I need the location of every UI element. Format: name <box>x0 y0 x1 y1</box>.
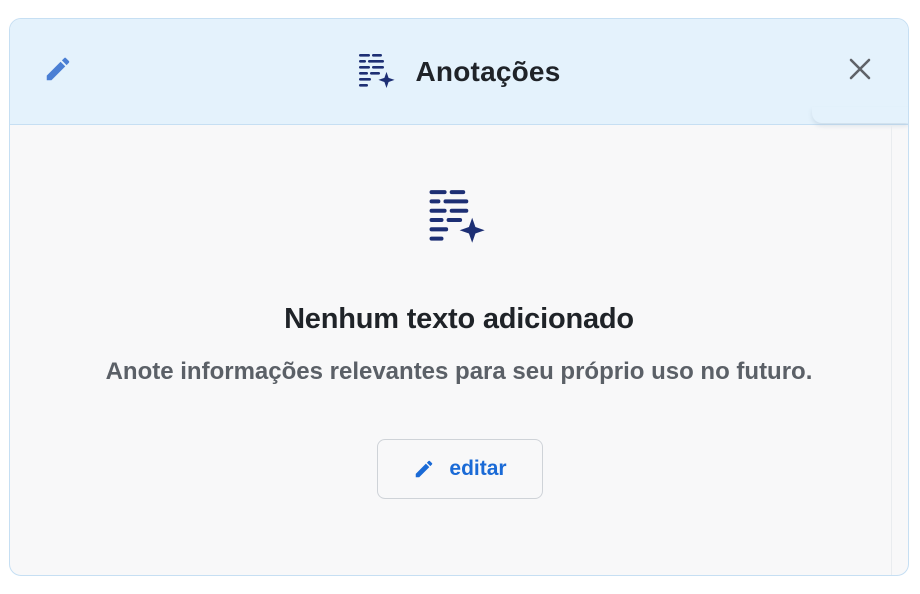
panel-title: Anotações <box>415 56 561 87</box>
header-title-group: Anotações <box>10 51 908 93</box>
header-shadow-tab <box>812 107 908 123</box>
empty-state: Nenhum texto adicionado Anote informaçõe… <box>10 125 908 575</box>
notes-sparkle-icon <box>358 54 395 88</box>
notes-panel: Anotações Nenhum texto adicionado Anote … <box>9 18 909 576</box>
notes-sparkle-icon <box>429 190 485 243</box>
edit-button[interactable]: editar <box>377 439 543 499</box>
close-button[interactable] <box>842 51 878 87</box>
pencil-icon <box>416 460 433 478</box>
close-icon <box>849 58 871 80</box>
empty-state-title: Nenhum texto adicionado <box>284 303 634 335</box>
panel-header: Anotações <box>10 19 908 125</box>
edit-button-label: editar <box>449 457 507 480</box>
empty-state-subtitle: Anote informações relevantes para seu pr… <box>105 358 813 385</box>
